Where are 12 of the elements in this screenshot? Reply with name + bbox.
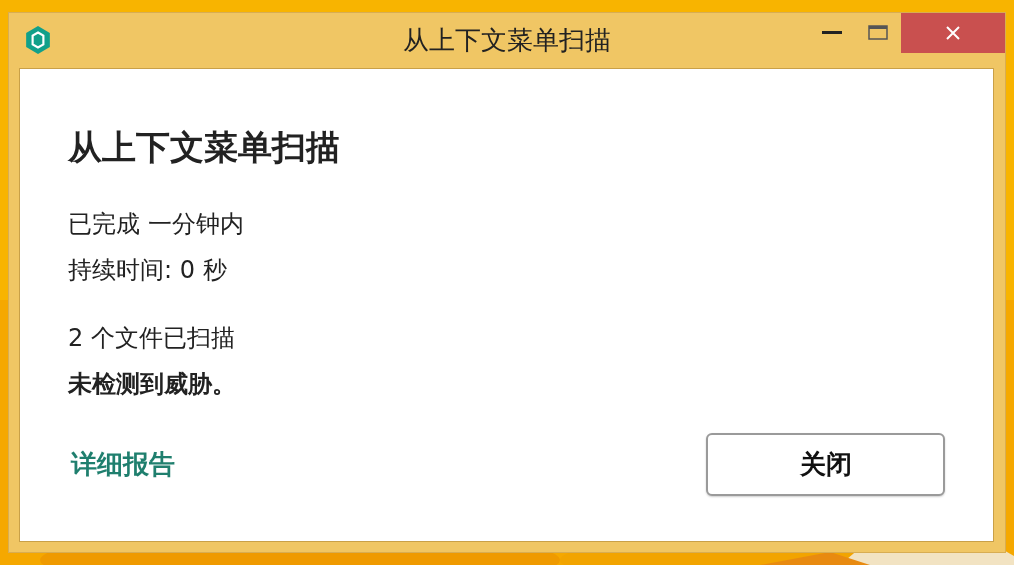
minimize-icon: [822, 31, 842, 35]
close-icon: [945, 25, 961, 41]
window-title: 从上下文菜单扫描: [403, 24, 611, 57]
detailed-report-link[interactable]: 详细报告: [71, 447, 175, 482]
dialog-heading: 从上下文菜单扫描: [68, 126, 341, 169]
result-text: 2 个文件已扫描: [68, 323, 236, 354]
status-text: 持续时间: 0 秒: [68, 255, 228, 286]
maximize-icon: [868, 25, 888, 41]
result-text: 未检测到威胁。: [68, 369, 237, 400]
shield-icon: [25, 26, 51, 54]
close-dialog-button[interactable]: 关闭: [706, 433, 945, 496]
status-text: 已完成 一分钟内: [68, 209, 245, 240]
